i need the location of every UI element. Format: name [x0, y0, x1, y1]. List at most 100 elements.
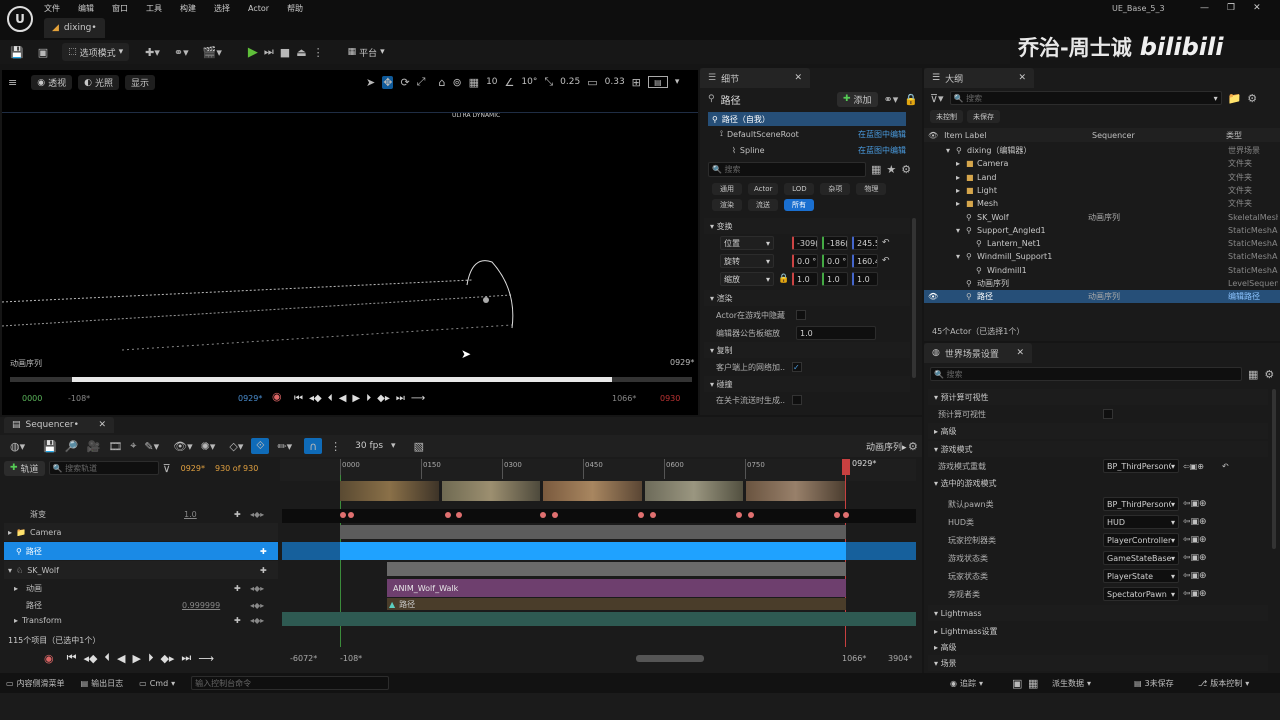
keyframe-dot[interactable] [834, 512, 840, 518]
playhead-marker[interactable] [842, 459, 850, 475]
grid-value[interactable]: 10 [486, 77, 497, 87]
browse-icons[interactable]: ⇦▣⊕ [1183, 499, 1207, 509]
track-path[interactable]: ⚲ 路径 ✚ [4, 542, 278, 560]
save-icon[interactable]: 💾 [43, 440, 57, 453]
eject-icon[interactable]: ⏏ [296, 46, 306, 59]
keyframe-dot[interactable] [843, 512, 849, 518]
path-clip[interactable]: ▲ 路径 [387, 598, 846, 610]
table-view-icon[interactable]: ▦ [871, 163, 881, 176]
screenshot-icon[interactable]: ▣ [1012, 677, 1022, 690]
gm-class-dropdown[interactable]: BP_ThirdPersonCh▾ [1103, 497, 1179, 511]
world-icon[interactable]: ⌂ [438, 76, 445, 89]
details-search-input[interactable]: 🔍 搜索 [708, 162, 866, 177]
filter-icon[interactable]: ⊽▾ [930, 92, 944, 105]
scale-x[interactable]: 1.0 [792, 272, 818, 286]
browse-icons[interactable]: ⇦▣⊕ [1183, 571, 1207, 581]
filter-chip[interactable]: 流送 [748, 199, 778, 211]
expander-icon[interactable]: ▸ [956, 159, 964, 168]
gear-icon[interactable]: ⚙ [1247, 92, 1257, 105]
seq-bottom-max[interactable]: 3904* [888, 654, 912, 663]
add-component-button[interactable]: ✚ 添加 [836, 91, 878, 107]
layout-icon[interactable]: ▤ [647, 76, 668, 88]
filter-chip[interactable]: 通用 [712, 183, 742, 195]
browse-icons[interactable]: ⇦▣⊕ [1183, 535, 1207, 545]
camera-icon[interactable]: 🎥 [87, 440, 101, 453]
chevron-down-icon[interactable]: ▾ [391, 441, 396, 451]
step-back-icon[interactable]: ⏴ [105, 651, 111, 665]
scene-section[interactable]: ▾ 场景 [928, 655, 1268, 671]
col-type[interactable]: 类型 [1226, 130, 1242, 141]
outliner-row[interactable]: ▾ ⚲ Windmill_Support1 StaticMeshA [924, 250, 1280, 263]
collision-section[interactable]: ▾ 碰撞 [704, 376, 910, 392]
go-end-icon[interactable]: ⏭ [181, 651, 191, 665]
key-nav-icon[interactable]: ◂◆▸ [250, 601, 264, 610]
chevron-down-icon[interactable]: ▾ [8, 566, 12, 575]
snap-options-icon[interactable]: ⋮ [330, 440, 341, 453]
go-start-icon[interactable]: ⏮ [67, 651, 77, 665]
save-icon[interactable]: 💾 [10, 46, 24, 59]
close-icon[interactable]: ✕ [1018, 73, 1026, 83]
fps-selector[interactable]: 30 fps [355, 441, 383, 451]
viewport[interactable]: ≡ ◉ 透视 ◐ 光照 显示 ➤ ✥ ⟳ ⤢ ⌂ ⊚ ▦ 10 ∠ 10° ⤡ 0.25 … [2, 70, 698, 415]
playback-icon[interactable]: ✺▾ [201, 440, 216, 453]
go-start-icon[interactable]: ⏮ [294, 393, 303, 404]
auto-key-icon[interactable]: ⟐ [251, 438, 270, 454]
location-x[interactable]: -309( [792, 236, 818, 250]
lm-settings-section[interactable]: ▸ Lightmass设置 [928, 623, 1268, 639]
expander-icon[interactable]: ▾ [956, 226, 964, 235]
wolf-lane[interactable] [387, 562, 846, 576]
close-icon[interactable]: ✕ [1016, 348, 1024, 358]
perspective-button[interactable]: ◉ 透视 [31, 75, 73, 90]
source-control-button[interactable]: ⎇ 版本控制 ▾ [1198, 678, 1249, 689]
browse-icons[interactable]: ⇦▣⊕ [1183, 462, 1204, 471]
show-button[interactable]: 显示 [124, 75, 155, 90]
unsaved-button[interactable]: ▤ 3未保存 [1134, 678, 1174, 689]
track-anim[interactable]: ▸ 动画 ✚ ◂◆▸ [4, 579, 278, 597]
lit-button[interactable]: ◐ 光照 [78, 75, 119, 90]
step-back-icon[interactable]: ⏴ [328, 393, 333, 404]
edit-bp-link-2[interactable]: 在蓝图中编辑 [858, 145, 906, 156]
outliner-row[interactable]: ▸ ■ Mesh 文件夹 [924, 197, 1280, 210]
add-actor-icon[interactable]: ✚▾ [145, 46, 160, 59]
keyframe-dot[interactable] [340, 512, 346, 518]
move-icon[interactable]: ✥ [382, 75, 394, 89]
path-section[interactable] [340, 542, 846, 560]
camera-lane[interactable] [340, 525, 846, 539]
gm-class-dropdown[interactable]: SpectatorPawn ▾ [1103, 587, 1179, 601]
platform-button[interactable]: ▦ 平台 ▾ [342, 43, 391, 61]
browse-icons[interactable]: ⇦▣⊕ [1183, 553, 1207, 563]
trace-button[interactable]: ◉ 追踪 ▾ [950, 678, 983, 689]
content-icon[interactable]: ▣ [38, 46, 48, 59]
menu-item[interactable]: 帮助 [287, 3, 303, 14]
key-nav-icon[interactable]: ◂◆▸ [250, 584, 264, 593]
filter-icon[interactable]: ⊽ [163, 462, 171, 475]
key-nav-icon[interactable]: ◂◆▸ [250, 616, 264, 625]
play-icon[interactable]: ▶ [352, 393, 360, 404]
keyframe-dot[interactable] [348, 512, 354, 518]
star-icon[interactable]: ★ [886, 163, 896, 176]
world-search-input[interactable]: 🔍 搜索 [930, 367, 1242, 381]
keyframe-dot[interactable] [445, 512, 451, 518]
sequence-name[interactable]: 动画序列▸ [866, 440, 907, 453]
table-view-icon[interactable]: ▦ [1248, 368, 1258, 381]
play-options-icon[interactable]: ⋮ [313, 46, 324, 59]
transform-section[interactable]: ▾ 变换 [704, 218, 910, 234]
gen-overlap-checkbox[interactable] [792, 395, 802, 405]
sequencer-tab[interactable]: ▤ Sequencer• ✕ [4, 417, 114, 433]
scale-y[interactable]: 1.0 [822, 272, 848, 286]
billboard-input[interactable]: 1.0 [796, 326, 876, 340]
menu-item[interactable]: 构建 [180, 3, 196, 14]
outliner-row[interactable]: 👁 ⚲ 路径 动画序列 编辑路径 [924, 290, 1280, 304]
blueprint-icon[interactable]: ⚭▾ [174, 46, 189, 59]
unreal-logo-icon[interactable]: U [7, 6, 33, 32]
component-spline[interactable]: ⌇ Spline 在蓝图中编辑 [708, 142, 906, 158]
loop-icon[interactable]: ⟶ [198, 652, 214, 665]
outliner-tab[interactable]: ☰ 大纲 ✕ [924, 68, 1034, 88]
gm-override-dropdown[interactable]: BP_ThirdPersonGa▾ [1103, 459, 1179, 473]
scale-icon[interactable]: ⤢ [417, 75, 426, 89]
keyframe-dot[interactable] [540, 512, 546, 518]
rotate-icon[interactable]: ⟳ [400, 76, 409, 89]
outliner-row[interactable]: ▸ ■ Land 文件夹 [924, 171, 1280, 184]
expander-icon[interactable]: ▾ [946, 146, 954, 155]
scale-dropdown[interactable]: 缩放 ▾ [720, 272, 774, 286]
